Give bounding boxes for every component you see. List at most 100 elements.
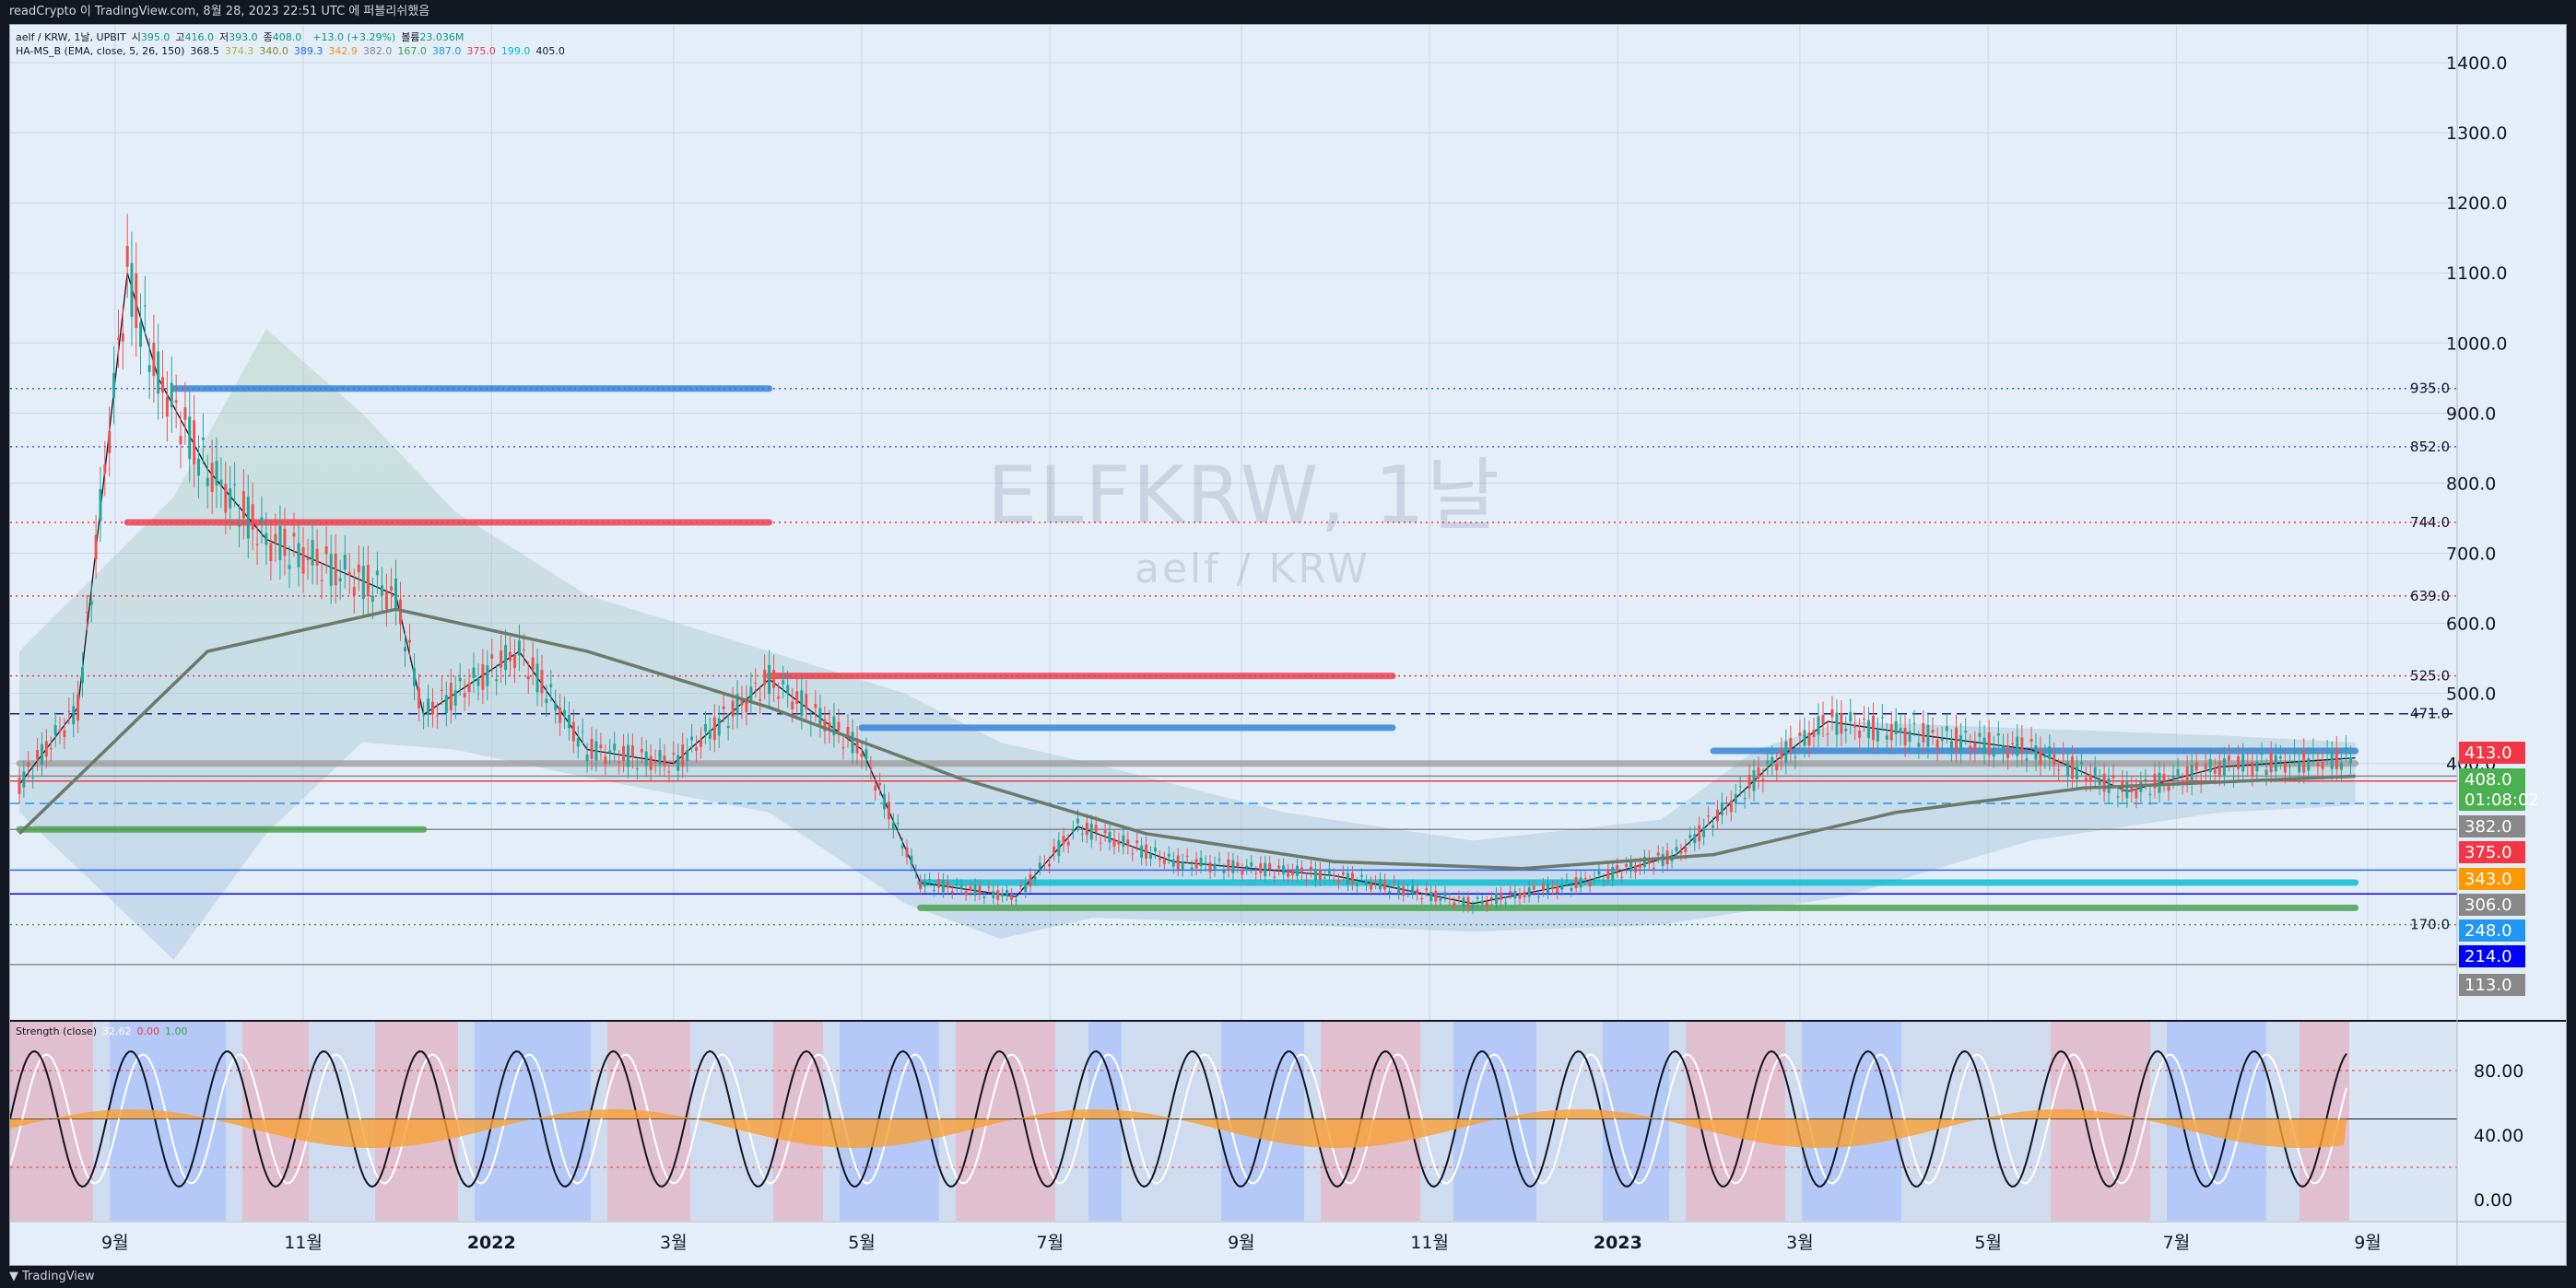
indicator-value-0: 368.5: [190, 45, 219, 57]
chart-canvas[interactable]: 935.0 852.0 744.0 639.0 525.0 471.0 170.0 1400…: [10, 25, 2567, 1266]
candle-body: [1500, 892, 1503, 900]
strength-zone-band: [641, 1022, 657, 1221]
candle-body: [883, 793, 887, 810]
strength-tick-label: 40.00: [2474, 1126, 2523, 1146]
candle-body: [1889, 724, 1893, 741]
candle-body: [509, 651, 512, 662]
candle-body: [576, 738, 580, 747]
price-tag-value: 408.0: [2464, 770, 2512, 790]
candle-body: [782, 680, 785, 685]
indicator-name[interactable]: HA-MS_B (EMA, close, 5, 26, 150): [16, 45, 184, 57]
symbol-legend[interactable]: aelf / KRW, 1날, UPBIT 시395.0 고416.0 저393.0 종…: [16, 29, 469, 44]
ohlc-values: 시395.0 고416.0 저393.0 종408.0: [132, 31, 308, 43]
strength-legend[interactable]: Strength (close) 32.62 0.00 1.00: [16, 1025, 199, 1037]
strength-zone-band: [1155, 1022, 1171, 1221]
candle-body: [1341, 872, 1345, 875]
candle-body: [2001, 745, 2005, 752]
candle-body: [1780, 749, 1783, 759]
candle-body: [130, 263, 134, 317]
price-change: +13.0 (+3.29%): [312, 31, 396, 43]
indicator-values: 368.5 374.3 340.0 389.3 342.9 382.0 167.0 387.0…: [190, 45, 570, 57]
candle-body: [1871, 716, 1875, 741]
candle-body: [1849, 711, 1853, 722]
ohlc-label-0: 시: [131, 31, 141, 43]
candle-body: [1625, 863, 1629, 867]
candle-body: [241, 491, 245, 519]
candle-body: [1480, 900, 1484, 905]
strength-zone-band: [1520, 1022, 1536, 1221]
candle-body: [2288, 766, 2291, 767]
candle-body: [905, 847, 909, 858]
candle-body: [1264, 862, 1267, 877]
candle-body: [1880, 717, 1884, 719]
ohlc-value-2: 393.0: [229, 31, 258, 43]
candle-body: [1066, 841, 1070, 846]
candle-body: [1752, 770, 1756, 791]
candle-body: [58, 729, 62, 732]
candle-body: [53, 725, 57, 735]
candle-body: [1817, 716, 1820, 735]
candle-body: [2158, 772, 2161, 793]
candle-body: [653, 760, 657, 763]
candle-body: [99, 488, 102, 521]
indicator-legend[interactable]: HA-MS_B (EMA, close, 5, 26, 150) 368.5 374…: [16, 45, 576, 57]
candle-body: [1606, 868, 1610, 879]
candle-body: [1227, 859, 1230, 872]
candle-body: [1309, 866, 1312, 872]
candle-body: [1029, 874, 1032, 887]
candle-body: [1014, 899, 1017, 901]
price-tick-label: 800.0: [2446, 474, 2496, 494]
candle-body: [1675, 847, 1678, 851]
footer-bar: ▼ TradingView: [0, 1266, 2576, 1288]
candle-body: [157, 351, 160, 394]
strength-zone-band: [541, 1022, 558, 1221]
candle-body: [215, 461, 218, 486]
strength-indicator-pane[interactable]: [10, 1022, 2457, 1221]
candle-body: [1379, 879, 1382, 890]
candle-body: [2293, 751, 2297, 754]
candle-body: [27, 762, 30, 767]
chart-frame[interactable]: 935.0 852.0 744.0 639.0 525.0 471.0 170.0 1400…: [9, 24, 2567, 1266]
candle-body: [2071, 756, 2075, 779]
candle-body: [1176, 855, 1180, 870]
strength-name[interactable]: Strength (close): [16, 1025, 97, 1037]
candle-body: [613, 744, 617, 751]
candle-body: [490, 654, 494, 659]
candle-body: [1204, 862, 1207, 865]
candle-body: [599, 744, 603, 749]
strength-value-1: 0.00: [136, 1025, 160, 1037]
candle-body: [1167, 853, 1170, 857]
candle-body: [1798, 732, 1802, 736]
candle-body: [1775, 763, 1779, 771]
candle-body: [481, 663, 485, 690]
candle-body: [297, 543, 300, 568]
symbol-name[interactable]: aelf / KRW, 1날, UPBIT: [16, 31, 126, 43]
candle-body: [910, 855, 913, 865]
candle-body: [1158, 858, 1161, 861]
candle-body: [1949, 741, 1953, 750]
candle-body: [2222, 758, 2226, 776]
price-tag-value: 248.0: [2464, 921, 2512, 941]
strength-zone-band: [143, 1022, 159, 1221]
candle-body: [1250, 862, 1253, 867]
candle-body: [1006, 890, 1009, 896]
candle-body: [955, 884, 959, 886]
candle-body: [658, 750, 662, 765]
candle-body: [2176, 768, 2180, 776]
candle-body: [40, 744, 43, 765]
candle-body: [992, 891, 995, 898]
candle-body: [1611, 867, 1615, 881]
price-tick-label: 1400.0: [2446, 53, 2507, 74]
strength-zone-band: [591, 1022, 607, 1221]
candle-body: [2298, 761, 2301, 773]
candle-body: [1803, 730, 1806, 746]
candle-body: [667, 771, 671, 773]
candle-body: [463, 693, 466, 697]
candle-body: [94, 534, 98, 560]
candle-body: [1033, 876, 1037, 880]
candle-body: [2025, 758, 2029, 761]
candle-body: [2307, 758, 2311, 771]
candle-body: [1181, 861, 1184, 870]
candle-body: [1199, 857, 1203, 867]
candle-body: [1597, 871, 1601, 875]
